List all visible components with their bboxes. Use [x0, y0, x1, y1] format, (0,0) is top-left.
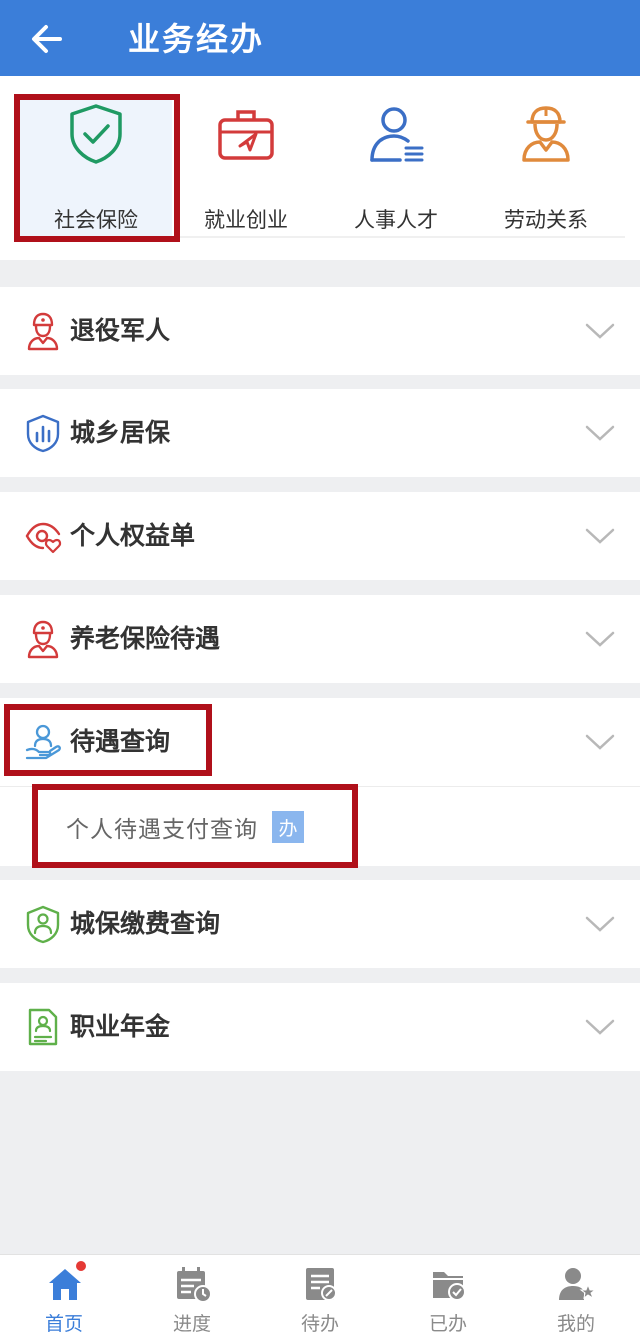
chevron-down-icon [585, 631, 615, 647]
handle-badge: 办 [272, 811, 304, 843]
tab-label: 待办 [300, 1313, 339, 1335]
tab-done[interactable]: 已办 [384, 1255, 512, 1342]
section-label: 城乡居保 [70, 418, 171, 447]
divider [170, 236, 625, 238]
document-pen-icon [306, 1268, 337, 1301]
section-occupational-annuity[interactable]: 职业年金 [0, 983, 640, 1071]
person-shield-icon [26, 905, 60, 944]
calendar-clock-icon [177, 1267, 212, 1303]
tab-label: 已办 [428, 1313, 467, 1335]
tab-label: 进度 [172, 1313, 211, 1335]
section-urban-contribution-inquiry[interactable]: 城保缴费查询 [0, 880, 640, 968]
app-header: 业务经办 [0, 0, 640, 76]
page-title: 业务经办 [128, 20, 265, 58]
chevron-down-icon [585, 1019, 615, 1035]
folder-check-icon [433, 1272, 466, 1301]
category-social-insurance[interactable]: 社会保险 [20, 94, 172, 242]
chart-shield-icon [26, 414, 60, 453]
section-benefit-inquiry[interactable]: 待遇查询 [0, 698, 640, 786]
chevron-down-icon [585, 323, 615, 339]
chevron-down-icon [585, 916, 615, 932]
tab-progress[interactable]: 进度 [128, 1255, 256, 1342]
person-list-icon [370, 107, 424, 162]
soldier-icon [27, 312, 59, 351]
section-label: 待遇查询 [70, 727, 171, 756]
category-label: 社会保险 [54, 208, 138, 232]
category-label: 劳动关系 [504, 208, 588, 232]
section-benefit-inquiry-items: 个人待遇支付查询 办 [0, 786, 640, 866]
eye-heart-icon [25, 522, 62, 554]
chevron-down-icon [585, 425, 615, 441]
document-person-icon [28, 1008, 58, 1046]
sub-item-personal-benefit-payment[interactable]: 个人待遇支付查询 办 [66, 787, 304, 867]
tab-home[interactable]: 首页 [0, 1255, 128, 1342]
category-label: 就业创业 [204, 208, 288, 232]
user-star-icon [559, 1268, 596, 1300]
section-urban-rural-pension[interactable]: 城乡居保 [0, 389, 640, 477]
category-employment[interactable]: 就业创业 [170, 94, 322, 242]
notification-dot [76, 1261, 86, 1271]
category-hr-talent[interactable]: 人事人才 [320, 94, 472, 242]
sub-item-label: 个人待遇支付查询 [66, 817, 258, 843]
section-pension-benefits[interactable]: 养老保险待遇 [0, 595, 640, 683]
chevron-down-icon [585, 734, 615, 750]
bottom-tab-bar: 首页 进度 待办 已办 我的 [0, 1254, 640, 1342]
section-label: 职业年金 [70, 1012, 171, 1041]
soldier-icon [27, 620, 59, 659]
tab-todo[interactable]: 待办 [256, 1255, 384, 1342]
hand-person-icon [25, 724, 61, 760]
arrow-left-icon [32, 25, 62, 53]
chevron-down-icon [585, 528, 615, 544]
worker-icon [522, 106, 570, 162]
category-labor-relations[interactable]: 劳动关系 [470, 94, 622, 242]
section-personal-rights[interactable]: 个人权益单 [0, 492, 640, 580]
tab-label: 我的 [556, 1313, 595, 1335]
shield-check-icon [70, 104, 122, 164]
category-label: 人事人才 [354, 208, 438, 232]
category-panel: 社会保险 就业创业 人事人才 劳动关系 [0, 76, 640, 260]
tab-label: 首页 [44, 1313, 83, 1335]
briefcase-icon [218, 110, 274, 160]
section-label: 城保缴费查询 [70, 909, 221, 938]
back-button[interactable] [26, 18, 68, 60]
section-label: 退役军人 [70, 316, 171, 345]
tab-mine[interactable]: 我的 [512, 1255, 640, 1342]
section-label: 养老保险待遇 [70, 624, 221, 653]
section-veterans[interactable]: 退役军人 [0, 287, 640, 375]
section-label: 个人权益单 [70, 521, 196, 550]
